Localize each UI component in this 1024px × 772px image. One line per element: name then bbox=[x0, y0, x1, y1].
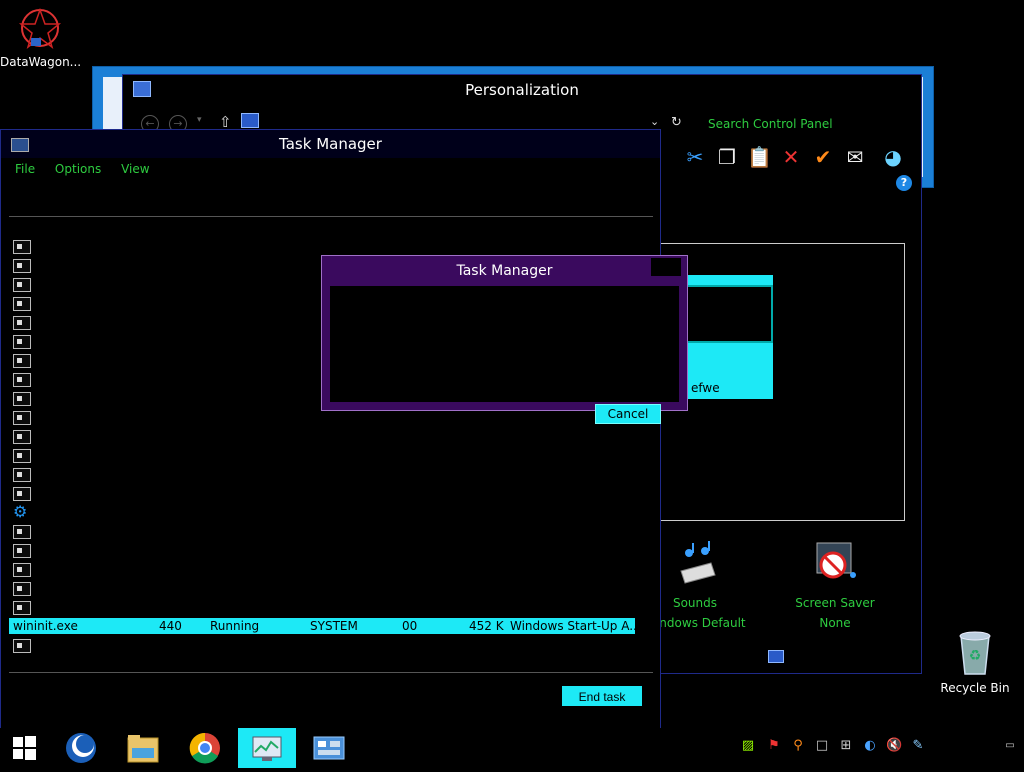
search-icon[interactable]: ⚲ bbox=[790, 738, 806, 754]
process-icon[interactable] bbox=[13, 449, 31, 463]
process-icon[interactable] bbox=[13, 392, 31, 406]
address-dropdown-icon[interactable]: ⌄ bbox=[650, 115, 659, 128]
process-icon[interactable] bbox=[13, 563, 31, 577]
taskbar-app-control-panel[interactable] bbox=[300, 728, 358, 768]
process-icon[interactable] bbox=[13, 639, 31, 653]
browser-tray-icon[interactable]: ◐ bbox=[862, 738, 878, 754]
close-icon[interactable] bbox=[651, 258, 681, 276]
separator bbox=[9, 672, 653, 673]
end-task-button[interactable]: End task bbox=[562, 686, 642, 706]
screen-saver-label: Screen Saver bbox=[795, 596, 875, 610]
desktop-icon-recycle-bin[interactable]: ♻ Recycle Bin bbox=[940, 630, 1010, 695]
network-activity-icon[interactable]: ▨ bbox=[740, 738, 756, 754]
screen-saver-item[interactable]: Screen Saver None bbox=[775, 541, 895, 630]
process-icon[interactable] bbox=[13, 316, 31, 330]
menu-file[interactable]: File bbox=[15, 162, 35, 176]
task-manager-titlebar[interactable]: Task Manager bbox=[1, 130, 660, 158]
folder-icon bbox=[127, 735, 159, 763]
process-icon[interactable] bbox=[13, 468, 31, 482]
gear-icon[interactable]: ⚙ bbox=[13, 504, 29, 520]
action-center-flag-icon[interactable]: ⚑ bbox=[766, 738, 782, 754]
process-icon[interactable] bbox=[13, 278, 31, 292]
copy-icon[interactable]: ❐ bbox=[715, 145, 739, 169]
process-memory: 452 K bbox=[469, 619, 504, 633]
process-icon[interactable] bbox=[13, 259, 31, 273]
screen-saver-icon bbox=[816, 542, 856, 579]
process-icon[interactable] bbox=[13, 411, 31, 425]
refresh-icon[interactable]: ↻ bbox=[671, 115, 682, 130]
process-icon[interactable] bbox=[13, 487, 31, 501]
taskbar-app-explorer[interactable] bbox=[114, 728, 172, 768]
table-row-selected[interactable]: wininit.exe 440 Running SYSTEM 00 452 K … bbox=[9, 618, 641, 634]
chevron-down-icon[interactable]: ▾ bbox=[197, 115, 202, 125]
windows-logo-icon bbox=[13, 736, 36, 760]
paste-icon[interactable]: 📋 bbox=[747, 145, 772, 169]
process-description: Windows Start-Up A... bbox=[510, 619, 641, 633]
process-icon[interactable] bbox=[13, 582, 31, 596]
process-pid: 440 bbox=[159, 619, 182, 633]
recycle-bin-icon: ♻ bbox=[959, 631, 991, 675]
monitor-icon bbox=[133, 81, 151, 97]
task-manager-icon bbox=[252, 736, 282, 761]
taskbar-app-browser[interactable] bbox=[52, 728, 110, 768]
process-status: Running bbox=[210, 619, 260, 633]
taskbar-app-task-manager[interactable] bbox=[238, 728, 296, 768]
globe-icon[interactable]: ◕ bbox=[881, 145, 905, 169]
recycle-bin-label: Recycle Bin bbox=[940, 681, 1010, 695]
process-cpu: 00 bbox=[402, 619, 418, 633]
menu-view[interactable]: View bbox=[121, 162, 149, 176]
menu-options[interactable]: Options bbox=[55, 162, 101, 176]
network-icon[interactable]: ⊞ bbox=[838, 738, 854, 754]
chrome-icon bbox=[189, 732, 220, 764]
screen-saver-value: None bbox=[819, 616, 851, 630]
dialog-titlebar[interactable]: Task Manager bbox=[322, 256, 687, 284]
menu-bar: File Options View bbox=[15, 162, 166, 176]
personalization-title: Personalization bbox=[465, 81, 579, 99]
process-icon[interactable] bbox=[13, 601, 31, 615]
show-desktop-icon[interactable]: ▭ bbox=[1002, 738, 1018, 754]
task-manager-dialog[interactable]: Task Manager Cancel bbox=[321, 255, 688, 424]
process-icon[interactable] bbox=[13, 525, 31, 539]
separator bbox=[9, 216, 653, 217]
svg-text:♻: ♻ bbox=[969, 648, 982, 664]
control-panel-icon bbox=[313, 736, 345, 760]
volume-muted-icon[interactable]: 🔇 bbox=[886, 738, 902, 754]
control-panel-icon bbox=[241, 113, 259, 128]
task-manager-icon bbox=[11, 138, 29, 152]
browser-icon bbox=[66, 733, 96, 763]
process-name: wininit.exe bbox=[13, 619, 78, 633]
search-input[interactable]: Search Control Panel bbox=[708, 117, 833, 131]
notification-icon[interactable]: ✎ bbox=[910, 738, 926, 754]
process-icon[interactable] bbox=[13, 297, 31, 311]
taskbar: ▨ ⚑ ⚲ □ ⊞ ◐ 🔇 ✎ ▭ bbox=[0, 728, 1024, 768]
start-button[interactable] bbox=[0, 728, 48, 768]
dialog-body: Cancel bbox=[330, 286, 679, 424]
delete-icon[interactable]: ✕ bbox=[779, 145, 803, 169]
process-icon[interactable] bbox=[13, 430, 31, 444]
sounds-icon bbox=[680, 541, 716, 584]
theme-label: efwe bbox=[691, 381, 720, 395]
desktop-icon-datawagon[interactable]: DataWagon... bbox=[0, 6, 82, 69]
checkmark-icon[interactable]: ✔ bbox=[811, 145, 835, 169]
process-user: SYSTEM bbox=[310, 619, 358, 633]
dialog-title: Task Manager bbox=[456, 263, 553, 279]
process-icon[interactable] bbox=[13, 373, 31, 387]
scissors-icon[interactable]: ✂ bbox=[683, 145, 707, 169]
cancel-button[interactable]: Cancel bbox=[595, 404, 661, 424]
task-manager-window[interactable]: Task Manager File Options View ⚙ wininit… bbox=[0, 129, 661, 729]
envelope-icon[interactable]: ✉ bbox=[843, 145, 867, 169]
square-icon[interactable]: □ bbox=[814, 738, 830, 754]
process-icon[interactable] bbox=[13, 335, 31, 349]
task-manager-title: Task Manager bbox=[279, 135, 382, 153]
process-icon[interactable] bbox=[13, 544, 31, 558]
process-icon[interactable] bbox=[13, 354, 31, 368]
datawagon-icon bbox=[18, 7, 62, 49]
display-icon[interactable] bbox=[768, 650, 784, 663]
process-icon[interactable] bbox=[13, 240, 31, 254]
desktop-icon-label: DataWagon... bbox=[0, 55, 82, 69]
personalization-titlebar[interactable]: Personalization bbox=[123, 75, 921, 105]
help-icon[interactable]: ? bbox=[896, 175, 912, 191]
taskbar-app-chrome[interactable] bbox=[176, 728, 234, 768]
